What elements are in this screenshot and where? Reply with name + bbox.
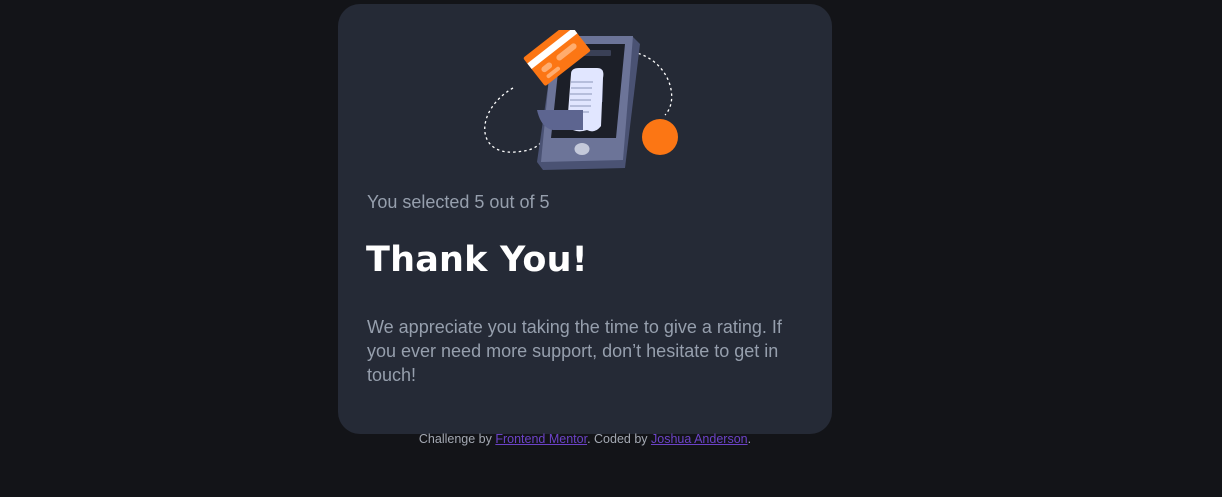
attribution-middle: . Coded by	[587, 432, 651, 446]
attribution-prefix: Challenge by	[418, 432, 496, 446]
attribution: Challenge by Frontend Mentor. Coded by J…	[0, 432, 1170, 446]
thank-you-heading: Thank You!	[366, 240, 588, 280]
frontend-mentor-link[interactable]: Frontend Mentor	[495, 432, 587, 446]
attribution-suffix: .	[747, 432, 752, 446]
author-link[interactable]: Joshua Anderson	[651, 432, 748, 446]
thank-you-card: You selected 5 out of 5 Thank You! We ap…	[338, 4, 832, 434]
phone-receipt-card-illustration	[484, 30, 678, 170]
selected-rating-text: You selected 5 out of 5	[367, 192, 550, 212]
thank-you-message: We appreciate you taking the time to giv…	[367, 317, 782, 385]
